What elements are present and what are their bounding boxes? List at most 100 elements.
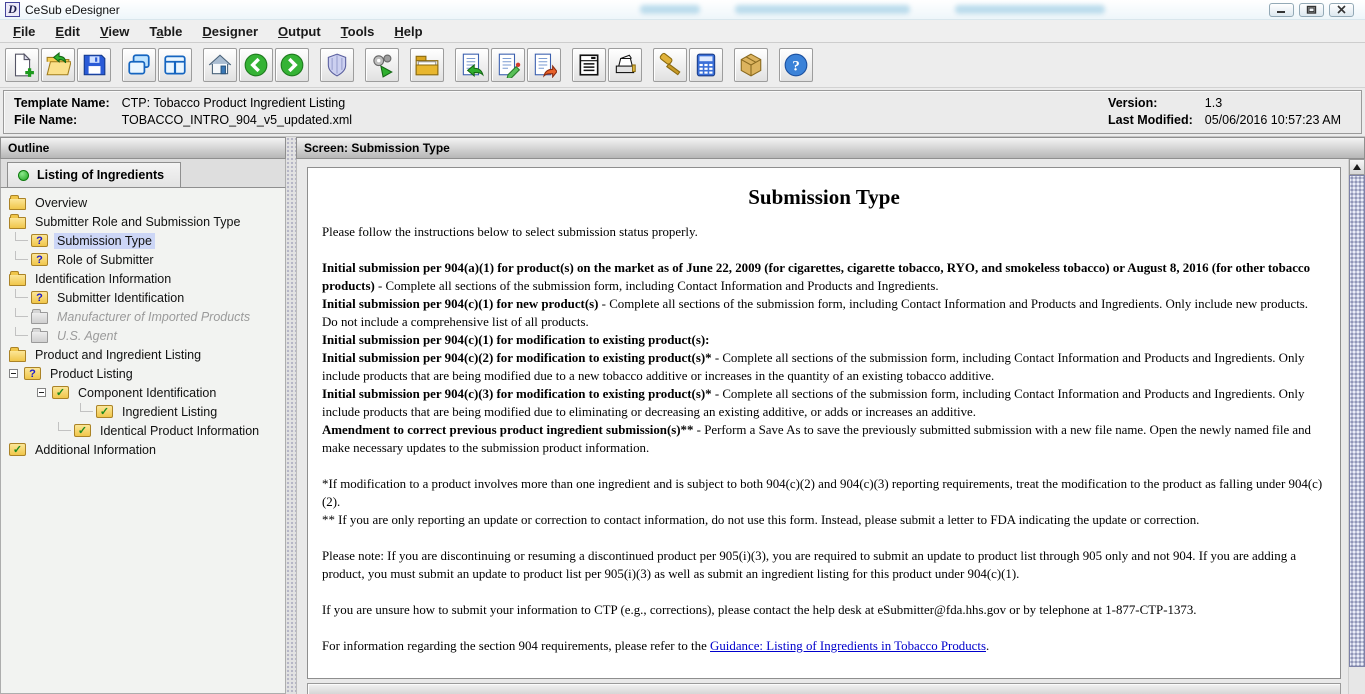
menu-edit[interactable]: Edit (45, 21, 90, 42)
check-screen-icon: ✓ (52, 386, 69, 399)
menu-view[interactable]: View (90, 21, 139, 42)
question-screen-icon: ? (31, 234, 48, 247)
tree-item-identical-product-information[interactable]: ✓Identical Product Information (1, 421, 285, 440)
outline-header: Outline (0, 137, 286, 159)
check-screen-icon: ✓ (96, 405, 113, 418)
calculator-icon (693, 52, 719, 78)
export-document-button[interactable] (527, 48, 561, 82)
please-note-text: Please note: If you are discontinuing or… (322, 547, 1326, 583)
page-title: Submission Type (322, 188, 1326, 206)
gears-run-icon (369, 52, 395, 78)
menu-designer[interactable]: Designer (192, 21, 268, 42)
menu-bar: File Edit View Table Designer Output Too… (0, 20, 1365, 43)
footnote-double-asterisk: ** If you are only reporting an update o… (322, 511, 1326, 529)
cascade-windows-button[interactable] (122, 48, 156, 82)
run-checks-button[interactable] (365, 48, 399, 82)
disabled-folder-icon (31, 312, 48, 324)
tree-item-us-agent[interactable]: U.S. Agent (1, 326, 285, 345)
new-document-button[interactable] (5, 48, 39, 82)
print-button[interactable] (608, 48, 642, 82)
footnote-single-asterisk: *If modification to a product involves m… (322, 475, 1326, 511)
bottom-panel-edge (307, 683, 1341, 694)
restore-button[interactable] (1299, 3, 1324, 17)
version-label: Version: (1108, 96, 1193, 110)
menu-file[interactable]: File (3, 21, 45, 42)
instruction-item: Initial submission per 904(c)(1) for new… (322, 295, 1326, 331)
collapse-expander[interactable] (37, 388, 46, 397)
split-view-icon (162, 52, 188, 78)
window-title: CeSub eDesigner (25, 3, 120, 17)
file-name-value: TOBACCO_INTRO_904_v5_updated.xml (122, 113, 352, 127)
back-icon (243, 52, 269, 78)
tree-item-additional-information[interactable]: ✓Additional Information (1, 440, 285, 459)
save-button[interactable] (77, 48, 111, 82)
tree-item-component-identification[interactable]: ✓Component Identification (1, 383, 285, 402)
package-icon (738, 52, 764, 78)
disabled-folder-icon (31, 331, 48, 343)
blurred-background-window (735, 5, 910, 14)
tree-item-manufacturer-imported-products[interactable]: Manufacturer of Imported Products (1, 307, 285, 326)
menu-output[interactable]: Output (268, 21, 331, 42)
tree-item-submitter-identification[interactable]: ?Submitter Identification (1, 288, 285, 307)
instruction-item: Initial submission per 904(c)(3) for mod… (322, 385, 1326, 421)
outline-tree: Overview Submitter Role and Submission T… (0, 187, 286, 694)
tab-listing-of-ingredients[interactable]: Listing of Ingredients (7, 162, 181, 187)
import-document-button[interactable] (455, 48, 489, 82)
menu-help[interactable]: Help (384, 21, 432, 42)
menu-tools[interactable]: Tools (331, 21, 385, 42)
folder-icon (9, 217, 26, 229)
forward-button[interactable] (275, 48, 309, 82)
collapse-expander[interactable] (9, 369, 18, 378)
import-document-icon (459, 52, 485, 78)
edit-document-button[interactable] (491, 48, 525, 82)
toolbar: ? (0, 43, 1365, 88)
open-folder-icon (45, 52, 71, 78)
split-pane-divider[interactable] (286, 137, 296, 694)
blurred-background-window (955, 5, 1105, 14)
question-screen-icon: ? (24, 367, 41, 380)
scrollbar-thumb[interactable] (1349, 175, 1365, 667)
instruction-item: Initial submission per 904(c)(1) for mod… (322, 331, 1326, 349)
vertical-scrollbar[interactable] (1348, 159, 1365, 694)
screen-header: Screen: Submission Type (296, 137, 1365, 159)
tree-item-submission-type[interactable]: ?Submission Type (1, 231, 285, 250)
help-button[interactable]: ? (779, 48, 813, 82)
tree-item-overview[interactable]: Overview (1, 193, 285, 212)
version-value: 1.3 (1205, 96, 1341, 110)
split-view-button[interactable] (158, 48, 192, 82)
window-controls (1269, 3, 1360, 17)
gavel-admin-button[interactable] (653, 48, 687, 82)
app-window: D CeSub eDesigner File Edit View Table D… (0, 0, 1365, 694)
tree-item-ingredient-listing[interactable]: ✓Ingredient Listing (1, 402, 285, 421)
outline-tab-strip: Listing of Ingredients (0, 159, 286, 187)
package-output-button[interactable] (734, 48, 768, 82)
last-modified-label: Last Modified: (1108, 113, 1193, 127)
calculator-button[interactable] (689, 48, 723, 82)
tab-label: Listing of Ingredients (37, 168, 164, 182)
guidance-link[interactable]: Guidance: Listing of Ingredients in Toba… (710, 639, 986, 653)
open-folder-button[interactable] (410, 48, 444, 82)
minimize-button[interactable] (1269, 3, 1294, 17)
template-info-bar: Template Name: CTP: Tobacco Product Ingr… (3, 90, 1362, 134)
tree-item-product-and-ingredient-listing[interactable]: Product and Ingredient Listing (1, 345, 285, 364)
home-button[interactable] (203, 48, 237, 82)
close-button[interactable] (1329, 3, 1354, 17)
back-button[interactable] (239, 48, 273, 82)
form-preview-button[interactable] (572, 48, 606, 82)
edit-document-icon (495, 52, 521, 78)
scroll-up-button[interactable] (1349, 159, 1365, 175)
validate-shield-button[interactable] (320, 48, 354, 82)
folder-documents-icon (414, 52, 440, 78)
open-file-button[interactable] (41, 48, 75, 82)
instruction-item: Amendment to correct previous product in… (322, 421, 1326, 457)
tree-item-role-of-submitter[interactable]: ?Role of Submitter (1, 250, 285, 269)
file-name-label: File Name: (14, 113, 110, 127)
scrollbar-track[interactable] (1349, 667, 1365, 694)
menu-table[interactable]: Table (139, 21, 192, 42)
footnotes-block: *If modification to a product involves m… (322, 475, 1326, 529)
tree-item-submitter-role[interactable]: Submitter Role and Submission Type (1, 212, 285, 231)
tree-item-identification-information[interactable]: Identification Information (1, 269, 285, 288)
outline-panel: Outline Listing of Ingredients Overview … (0, 137, 286, 694)
tree-item-product-listing[interactable]: ?Product Listing (1, 364, 285, 383)
export-document-icon (531, 52, 557, 78)
